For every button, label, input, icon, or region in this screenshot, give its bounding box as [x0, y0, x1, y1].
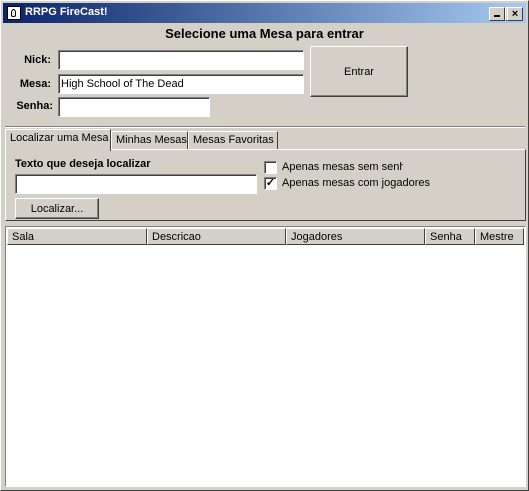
mesa-field[interactable]: [58, 74, 304, 94]
close-button[interactable]: ×: [507, 7, 523, 21]
with-players-checkbox[interactable]: ✓: [264, 177, 277, 190]
window-title: RRPG FireCast!: [25, 6, 108, 18]
column-header-descricao[interactable]: Descricao: [147, 228, 286, 245]
tab-minhas-mesas[interactable]: Minhas Mesas: [111, 131, 188, 149]
search-button[interactable]: Localizar...: [15, 198, 99, 219]
no-password-label[interactable]: Apenas mesas sem senha: [282, 161, 403, 173]
search-label: Texto que deseja localizar: [15, 158, 151, 170]
title-bar[interactable]: RRPG FireCast!: [3, 3, 526, 23]
mesa-label: Mesa:: [19, 78, 51, 90]
table-header: Sala Descricao Jogadores Senha Mestre: [7, 228, 524, 245]
tab-mesas-favoritas[interactable]: Mesas Favoritas: [188, 131, 278, 149]
senha-label: Senha:: [16, 100, 53, 112]
column-header-senha[interactable]: Senha: [425, 228, 475, 245]
rrpg-app-icon[interactable]: [7, 6, 21, 20]
close-icon: ×: [511, 8, 519, 20]
page-title: Selecione uma Mesa para entrar: [165, 26, 364, 41]
enter-button[interactable]: Entrar: [310, 46, 408, 97]
column-header-mestre[interactable]: Mestre: [475, 228, 524, 245]
minimize-icon: [494, 15, 500, 17]
search-panel: Texto que deseja localizar Localizar... …: [5, 149, 526, 221]
minimize-button[interactable]: [489, 7, 505, 21]
tab-localizar[interactable]: Localizar uma Mesa: [5, 129, 111, 151]
column-header-jogadores[interactable]: Jogadores: [286, 228, 425, 245]
nick-label: Nick:: [24, 54, 51, 66]
no-password-checkbox[interactable]: [264, 161, 277, 174]
checkmark-icon: ✓: [265, 177, 276, 189]
search-input[interactable]: [15, 174, 257, 194]
with-players-label[interactable]: Apenas mesas com jogadores: [282, 177, 430, 189]
senha-field[interactable]: [58, 97, 210, 117]
nick-field[interactable]: [58, 50, 304, 70]
rooms-table[interactable]: Sala Descricao Jogadores Senha Mestre: [5, 226, 526, 487]
divider: [5, 126, 525, 128]
column-header-sala[interactable]: Sala: [7, 228, 147, 245]
app-window: RRPG FireCast! × Selecione uma Mesa para…: [0, 0, 529, 491]
